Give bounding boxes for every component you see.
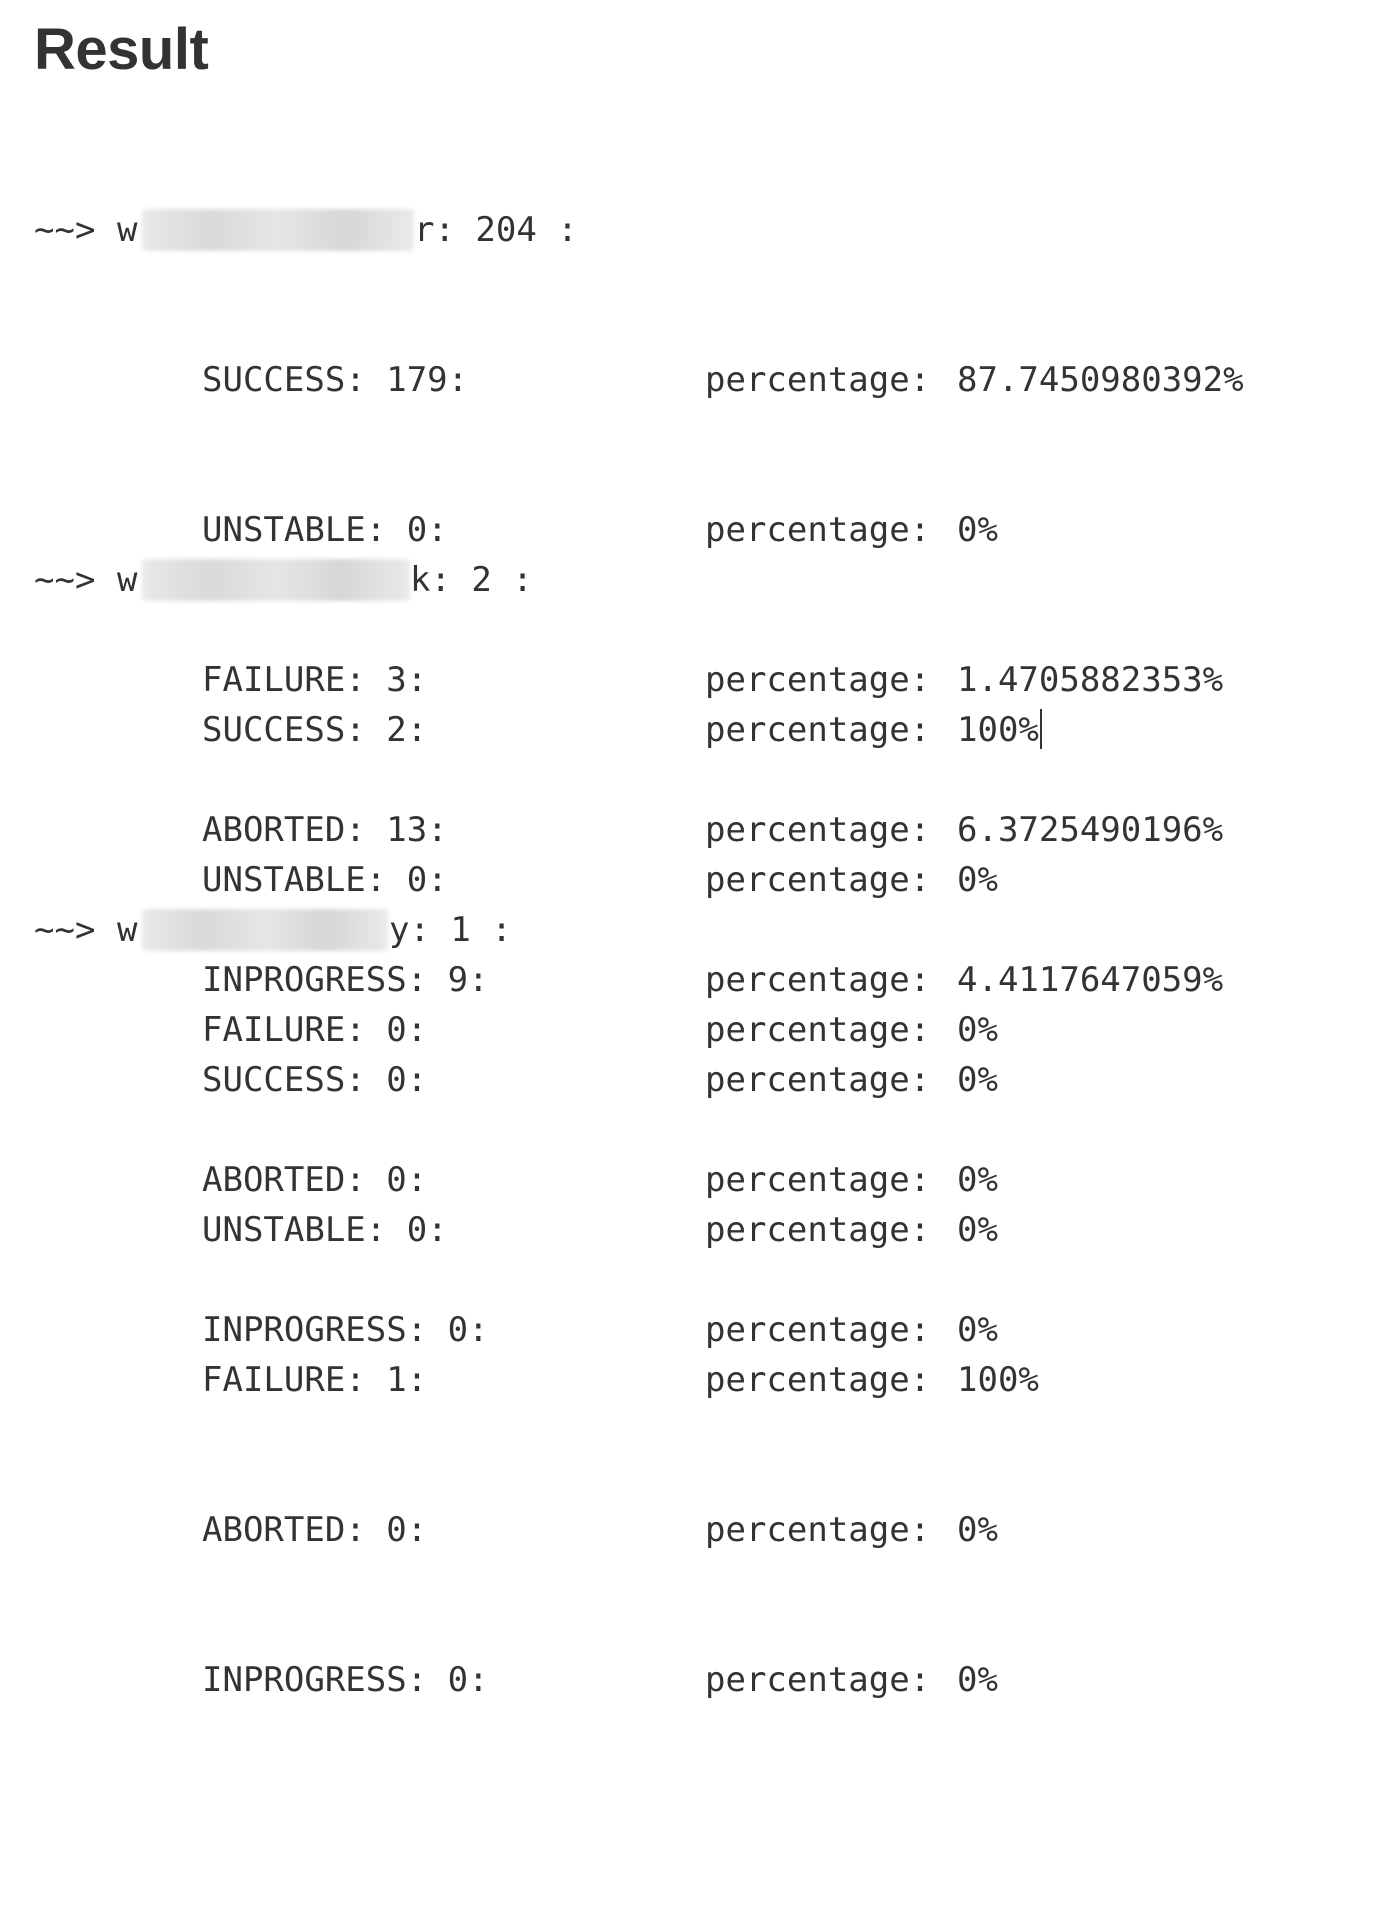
- percentage-label: percentage:: [705, 1210, 931, 1250]
- percentage-value: 100%: [957, 1360, 1039, 1400]
- percentage-value: 0%: [957, 860, 998, 900]
- percentage-value: 0%: [957, 1210, 998, 1250]
- redacted-job-name: [142, 209, 414, 251]
- status-row: ABORTED: 0: percentage: 0%: [34, 1505, 998, 1555]
- percentage-value: 0%: [957, 1660, 998, 1700]
- job-count: : 1 :: [409, 910, 512, 950]
- job-block: ~~> w y: 1 : SUCCESS: 0: percentage: 0% …: [34, 805, 1039, 1755]
- percentage-label: percentage:: [705, 1360, 931, 1400]
- text-cursor: [1039, 709, 1042, 749]
- page-title: Result: [34, 17, 209, 82]
- status-label: UNSTABLE: 0:: [202, 1210, 448, 1250]
- percentage-label: percentage:: [705, 960, 931, 1000]
- job-header: ~~> w y: 1 :: [34, 905, 512, 955]
- status-label: ABORTED: 0:: [202, 1510, 428, 1550]
- status-label: SUCCESS: 2:: [202, 710, 428, 750]
- status-label: FAILURE: 3:: [202, 660, 428, 700]
- percentage-value: 0%: [957, 1060, 998, 1100]
- status-row: FAILURE: 1: percentage: 100%: [34, 1355, 1039, 1405]
- status-label: INPROGRESS: 0:: [202, 1310, 489, 1350]
- status-row: SUCCESS: 0: percentage: 0%: [34, 1055, 998, 1105]
- job-name-start: w: [117, 560, 138, 600]
- job-name-start: w: [117, 910, 138, 950]
- job-name-end: r: [414, 210, 435, 250]
- status-row: SUCCESS: 179: percentage: 87.7450980392%: [34, 355, 1244, 405]
- percentage-label: percentage:: [705, 1160, 931, 1200]
- status-label: FAILURE: 0:: [202, 1010, 428, 1050]
- status-row: UNSTABLE: 0: percentage: 0%: [34, 1205, 998, 1255]
- percentage-label: percentage:: [705, 660, 931, 700]
- status-label: ABORTED: 13:: [202, 810, 448, 850]
- job-name-start: w: [117, 210, 138, 250]
- status-label: FAILURE: 1:: [202, 1360, 428, 1400]
- percentage-label: percentage:: [705, 1010, 931, 1050]
- percentage-value: 0%: [957, 1510, 998, 1550]
- redacted-job-name: [142, 559, 410, 601]
- job-prefix: ~~>: [34, 210, 96, 250]
- job-prefix: ~~>: [34, 910, 96, 950]
- percentage-value: 0%: [957, 510, 998, 550]
- percentage-value: 1.4705882353%: [957, 660, 1224, 700]
- status-label: SUCCESS: 0:: [202, 1060, 428, 1100]
- job-name-end: k: [410, 560, 431, 600]
- percentage-value: 0%: [957, 1010, 998, 1050]
- status-label: ABORTED: 0:: [202, 1160, 428, 1200]
- percentage-value: 87.7450980392%: [957, 360, 1244, 400]
- job-header: ~~> w r: 204 :: [34, 205, 578, 255]
- percentage-label: percentage:: [705, 710, 931, 750]
- percentage-value: 100%: [957, 710, 1039, 750]
- percentage-label: percentage:: [705, 510, 931, 550]
- job-name-end: y: [389, 910, 410, 950]
- status-label: INPROGRESS: 0:: [202, 1660, 489, 1700]
- status-label: UNSTABLE: 0:: [202, 860, 448, 900]
- percentage-value: 0%: [957, 1310, 998, 1350]
- percentage-label: percentage:: [705, 810, 931, 850]
- percentage-label: percentage:: [705, 1060, 931, 1100]
- percentage-label: percentage:: [705, 1310, 931, 1350]
- status-label: INPROGRESS: 9:: [202, 960, 489, 1000]
- percentage-value: 6.3725490196%: [957, 810, 1224, 850]
- percentage-label: percentage:: [705, 1510, 931, 1550]
- percentage-label: percentage:: [705, 860, 931, 900]
- status-row: SUCCESS: 2: percentage: 100%: [34, 705, 1042, 755]
- percentage-value: 0%: [957, 1160, 998, 1200]
- percentage-value: 4.4117647059%: [957, 960, 1224, 1000]
- percentage-label: percentage:: [705, 1660, 931, 1700]
- redacted-job-name: [142, 909, 388, 951]
- status-row: INPROGRESS: 0: percentage: 0%: [34, 1655, 998, 1705]
- status-label: UNSTABLE: 0:: [202, 510, 448, 550]
- job-count: : 204 :: [434, 210, 578, 250]
- percentage-label: percentage:: [705, 360, 931, 400]
- job-count: : 2 :: [430, 560, 533, 600]
- status-label: SUCCESS: 179:: [202, 360, 469, 400]
- job-header: ~~> w k: 2 :: [34, 555, 533, 605]
- job-prefix: ~~>: [34, 560, 96, 600]
